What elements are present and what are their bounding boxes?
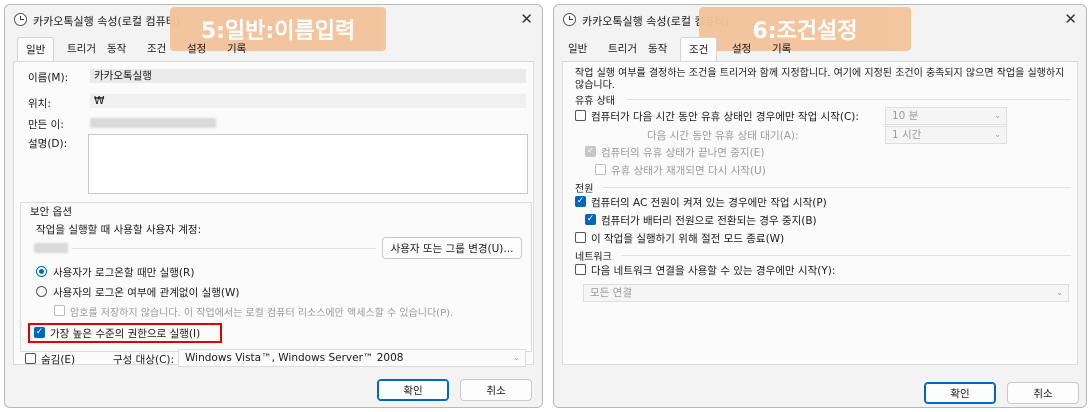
tab-bar: 일반 트리거 동작 조건 설정 기록 <box>13 37 534 62</box>
power-ac-checkbox[interactable]: ✓ <box>575 196 586 207</box>
run-whether-logged-on-radio[interactable] <box>36 286 47 297</box>
power-header: 전원 <box>575 184 594 195</box>
highest-privileges-checkbox[interactable]: ✓ <box>34 327 45 338</box>
run-when-logged-on-radio[interactable] <box>36 266 47 277</box>
network-separator <box>621 255 1071 256</box>
power-separator <box>603 187 1071 188</box>
user-account-field <box>72 248 376 249</box>
description-textarea[interactable] <box>88 134 528 194</box>
idle-start-label: 컴퓨터가 다음 시간 동안 유휴 상태인 경우에만 작업 시작(C): <box>591 111 859 123</box>
idle-restart-label: 유휴 상태가 재개되면 다시 시작(U) <box>611 165 766 177</box>
tab-conditions[interactable]: 조건 <box>680 37 718 62</box>
idle-stop-checkbox[interactable]: ✓ <box>585 146 596 157</box>
run-whether-logged-on-label: 사용자의 로그온 여부에 관계없이 실행(W) <box>53 287 240 299</box>
idle-duration-value: 10 분 <box>892 110 919 122</box>
clock-icon <box>563 13 576 26</box>
idle-restart-checkbox[interactable] <box>595 164 606 175</box>
general-panel: 이름(M): 카카오톡실행 위치: ₩ 만든 이: 설명(D): 보안 옵션 작… <box>13 61 534 365</box>
hidden-checkbox[interactable] <box>25 353 36 364</box>
idle-header: 유휴 상태 <box>575 96 615 107</box>
idle-separator <box>627 99 1071 100</box>
chevron-down-icon: ⌄ <box>994 130 1001 139</box>
highest-privileges-label: 가장 높은 수준의 권한으로 실행(I) <box>50 328 201 340</box>
tab-actions[interactable]: 동작 <box>107 41 126 56</box>
idle-duration-select[interactable]: 10 분 ⌄ <box>885 107 1007 125</box>
network-start-checkbox[interactable] <box>575 264 586 275</box>
tab-settings[interactable]: 설정 <box>187 41 206 56</box>
network-start-label: 다음 네트워크 연결을 사용할 수 있는 경우에만 시작(Y): <box>591 265 836 277</box>
tab-bar: 일반 트리거 동작 조건 설정 기록 <box>562 37 1078 62</box>
network-value: 모든 연결 <box>590 287 632 299</box>
close-icon[interactable]: ✕ <box>520 10 533 28</box>
tab-history[interactable]: 기록 <box>772 41 791 56</box>
idle-wait-label: 다음 시간 동안 유휴 상태 대기(A): <box>647 130 799 142</box>
configure-for-value: Windows Vista™, Windows Server™ 2008 <box>185 352 404 364</box>
tab-triggers[interactable]: 트리거 <box>67 41 96 56</box>
location-value: ₩ <box>90 94 526 108</box>
tab-settings[interactable]: 설정 <box>732 41 751 56</box>
author-label: 만든 이: <box>28 119 64 131</box>
tab-history[interactable]: 기록 <box>227 41 246 56</box>
power-ac-label: 컴퓨터의 AC 전원이 켜져 있는 경우에만 작업 시작(P) <box>591 197 827 209</box>
tab-conditions[interactable]: 조건 <box>147 41 166 56</box>
idle-start-checkbox[interactable] <box>575 110 586 121</box>
configure-for-label: 구성 대상(C): <box>113 354 175 366</box>
do-not-store-password-checkbox[interactable] <box>54 305 65 316</box>
chevron-down-icon: ⌄ <box>994 111 1001 120</box>
wake-to-run-label: 이 작업을 실행하기 위해 절전 모드 종료(W) <box>591 233 785 245</box>
user-account-redacted <box>34 243 68 253</box>
security-options-label: 보안 옵션 <box>28 204 74 219</box>
close-icon[interactable]: ✕ <box>1064 10 1077 28</box>
idle-wait-value: 1 시간 <box>892 129 922 141</box>
clock-icon <box>14 13 27 26</box>
do-not-store-password-label: 암호를 저장하지 않습니다. 이 작업에서는 로컬 컴퓨터 리소스에만 액세스할… <box>70 308 454 319</box>
window-title: 카카오톡실행 속성(로컬 컴퓨터) <box>33 15 181 28</box>
power-battery-label: 컴퓨터가 배터리 전원으로 전환되는 경우 중지(B) <box>601 215 817 227</box>
tab-actions[interactable]: 동작 <box>648 41 667 56</box>
chevron-down-icon: ⌄ <box>513 353 520 362</box>
name-field[interactable]: 카카오톡실행 <box>90 69 526 83</box>
conditions-intro: 작업 실행 여부를 결정하는 조건을 트리거와 함께 지정합니다. 여기에 지정… <box>575 68 1065 91</box>
properties-dialog-conditions: 카카오톡실행 속성(로컬 컴퓨터) ✕ 6:조건설정 일반 트리거 동작 조건 … <box>553 4 1087 408</box>
description-label: 설명(D): <box>28 138 68 150</box>
change-user-button[interactable]: 사용자 또는 그룹 변경(U)... <box>382 237 522 259</box>
cancel-button[interactable]: 취소 <box>1007 382 1079 404</box>
network-select[interactable]: 모든 연결 ⌄ <box>583 284 1069 302</box>
name-label: 이름(M): <box>28 72 69 84</box>
hidden-label: 숨김(E) <box>41 354 76 366</box>
properties-dialog-general: 카카오톡실행 속성(로컬 컴퓨터) ✕ 5:일반:이름입력 일반 트리거 동작 … <box>4 4 543 408</box>
run-when-logged-on-label: 사용자가 로그온할 때만 실행(R) <box>53 267 195 279</box>
conditions-panel: 작업 실행 여부를 결정하는 조건을 트리거와 함께 지정합니다. 여기에 지정… <box>562 61 1078 365</box>
tab-general[interactable]: 일반 <box>568 41 587 56</box>
chevron-down-icon: ⌄ <box>1056 288 1063 297</box>
ok-button[interactable]: 확인 <box>377 379 449 401</box>
tab-triggers[interactable]: 트리거 <box>608 41 637 56</box>
configure-for-select[interactable]: Windows Vista™, Windows Server™ 2008 ⌄ <box>178 349 526 367</box>
wake-to-run-checkbox[interactable] <box>575 232 586 243</box>
power-battery-checkbox[interactable]: ✓ <box>585 214 596 225</box>
location-label: 위치: <box>28 98 51 110</box>
tab-general[interactable]: 일반 <box>17 37 55 62</box>
cancel-button[interactable]: 취소 <box>460 379 532 401</box>
network-header: 네트워크 <box>575 252 612 263</box>
ok-button[interactable]: 확인 <box>924 382 996 404</box>
author-value-redacted <box>90 118 216 128</box>
run-as-label: 작업을 실행할 때 사용할 사용자 계정: <box>36 224 202 236</box>
idle-stop-label: 컴퓨터의 유휴 상태가 끝나면 중지(E) <box>601 147 765 159</box>
idle-wait-select[interactable]: 1 시간 ⌄ <box>885 126 1007 144</box>
